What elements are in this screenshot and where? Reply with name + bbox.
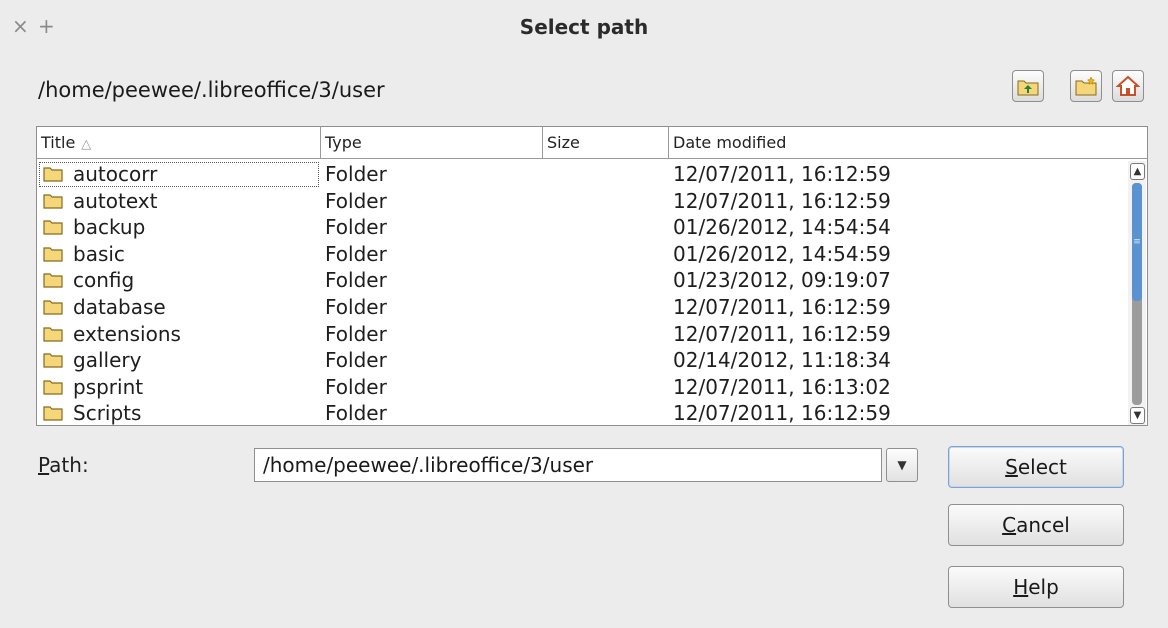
item-type: Folder (325, 321, 387, 346)
item-title-text: config (73, 268, 135, 293)
column-header-type[interactable]: Type (321, 127, 543, 159)
item-title-text: backup (73, 215, 146, 240)
home-button[interactable] (1112, 70, 1144, 102)
item-title: database (43, 294, 166, 320)
window-title: Select path (519, 15, 649, 39)
item-date: 01/23/2012, 09:19:07 (673, 268, 891, 293)
item-title: extensions (43, 321, 181, 347)
new-folder-button[interactable] (1070, 70, 1102, 102)
vertical-scrollbar[interactable]: ▲ ≡ ▼ (1128, 161, 1146, 425)
item-date: 01/26/2012, 14:54:54 (673, 215, 891, 240)
folder-icon (43, 353, 63, 368)
item-type: Folder (325, 215, 387, 240)
item-title-text: Scripts (73, 401, 142, 426)
file-list[interactable]: Title △ Type Size Date modified autocorr F… (36, 126, 1148, 426)
item-type: Folder (325, 374, 387, 399)
item-title: gallery (43, 347, 141, 373)
help-button[interactable]: Help (948, 566, 1124, 608)
path-label: Path: (38, 452, 89, 478)
item-title: psprint (43, 374, 143, 400)
item-type: Folder (325, 268, 387, 293)
item-title-text: gallery (73, 348, 142, 373)
item-date: 12/07/2011, 16:12:59 (673, 188, 891, 213)
folder-icon (43, 273, 63, 288)
scroll-down-button[interactable]: ▼ (1130, 407, 1145, 424)
item-date: 01/26/2012, 14:54:59 (673, 241, 891, 266)
cancel-label: ancel (1016, 513, 1070, 537)
folder-up-button[interactable] (1012, 70, 1044, 102)
item-title-text: autocorr (73, 162, 158, 186)
home-icon (1116, 75, 1140, 96)
list-item[interactable]: extensions Folder 12/07/2011, 16:12:59 (37, 321, 1127, 348)
path-input[interactable]: /home/peewee/.libreoffice/3/user (254, 448, 882, 482)
item-title: config (43, 267, 134, 293)
folder-up-icon (1017, 80, 1039, 96)
item-title: basic (43, 241, 125, 267)
folder-icon (43, 326, 63, 342)
item-date: 02/14/2012, 11:18:34 (673, 348, 891, 373)
list-item[interactable]: config Folder 01/23/2012, 09:19:07 (37, 267, 1127, 294)
item-type: Folder (325, 188, 387, 213)
item-date: 12/07/2011, 16:12:59 (673, 162, 891, 186)
item-date: 12/07/2011, 16:12:59 (673, 294, 891, 319)
select-label: elect (1017, 455, 1067, 479)
folder-icon (43, 380, 63, 395)
item-type: Folder (325, 241, 387, 266)
item-title: Scripts (43, 400, 142, 426)
folder-icon (43, 220, 63, 235)
scroll-up-button[interactable]: ▲ (1130, 163, 1145, 180)
column-title-label: Title (41, 133, 76, 152)
item-date: 12/07/2011, 16:12:59 (673, 401, 891, 426)
chevron-down-icon: ▼ (897, 458, 907, 472)
path-label-text: ath: (49, 453, 89, 477)
select-mnemonic: S (1005, 455, 1018, 479)
scroll-thumb[interactable]: ≡ (1132, 183, 1142, 301)
folder-icon (43, 193, 63, 209)
list-item[interactable]: autotext Folder 12/07/2011, 16:12:59 (37, 188, 1127, 215)
path-label-mnemonic: P (38, 453, 50, 477)
list-item[interactable]: gallery Folder 02/14/2012, 11:18:34 (37, 347, 1127, 374)
list-item[interactable]: backup Folder 01/26/2012, 14:54:54 (37, 214, 1127, 241)
new-folder-icon (1075, 76, 1097, 96)
folder-icon (43, 167, 63, 182)
list-item[interactable]: psprint Folder 12/07/2011, 16:13:02 (37, 374, 1127, 401)
sort-ascending-icon: △ (81, 137, 92, 152)
list-item[interactable]: Scripts Folder 12/07/2011, 16:12:59 (37, 400, 1127, 426)
item-date: 12/07/2011, 16:13:02 (673, 374, 891, 399)
item-type: Folder (325, 401, 387, 426)
item-title: autotext (43, 188, 157, 214)
help-label: elp (1028, 575, 1059, 599)
list-item[interactable]: autocorr Folder 12/07/2011, 16:12:59 (37, 161, 1127, 188)
scroll-track[interactable]: ≡ (1132, 183, 1142, 405)
select-button[interactable]: Select (948, 446, 1124, 488)
cancel-button[interactable]: Cancel (948, 504, 1124, 546)
folder-icon (43, 300, 63, 315)
folder-icon (43, 247, 63, 262)
path-dropdown-button[interactable]: ▼ (886, 448, 918, 482)
item-title-text: extensions (73, 321, 181, 346)
list-item[interactable]: basic Folder 01/26/2012, 14:54:59 (37, 241, 1127, 268)
item-type: Folder (325, 294, 387, 319)
column-header-title[interactable]: Title △ (37, 127, 321, 159)
item-title-text: database (73, 294, 166, 319)
item-type: Folder (325, 348, 387, 373)
folder-icon (43, 406, 63, 421)
list-item[interactable]: database Folder 12/07/2011, 16:12:59 (37, 294, 1127, 321)
item-title-text: psprint (73, 374, 144, 399)
column-header-date[interactable]: Date modified (669, 127, 1129, 159)
file-rows: autocorr Folder 12/07/2011, 16:12:59 autot… (37, 161, 1127, 426)
item-date: 12/07/2011, 16:12:59 (673, 321, 891, 346)
item-title: autocorr (43, 161, 157, 187)
item-title: backup (43, 214, 145, 240)
item-title-text: basic (73, 241, 125, 266)
list-header: Title △ Type Size Date modified (37, 127, 1147, 159)
item-type: Folder (325, 162, 387, 186)
cancel-mnemonic: C (1002, 513, 1017, 537)
title-bar: × + Select path (0, 0, 1168, 56)
help-mnemonic: H (1013, 575, 1029, 599)
current-path-label: /home/peewee/.libreoffice/3/user (38, 78, 385, 102)
column-header-size[interactable]: Size (543, 127, 669, 159)
item-title-text: autotext (73, 188, 158, 213)
